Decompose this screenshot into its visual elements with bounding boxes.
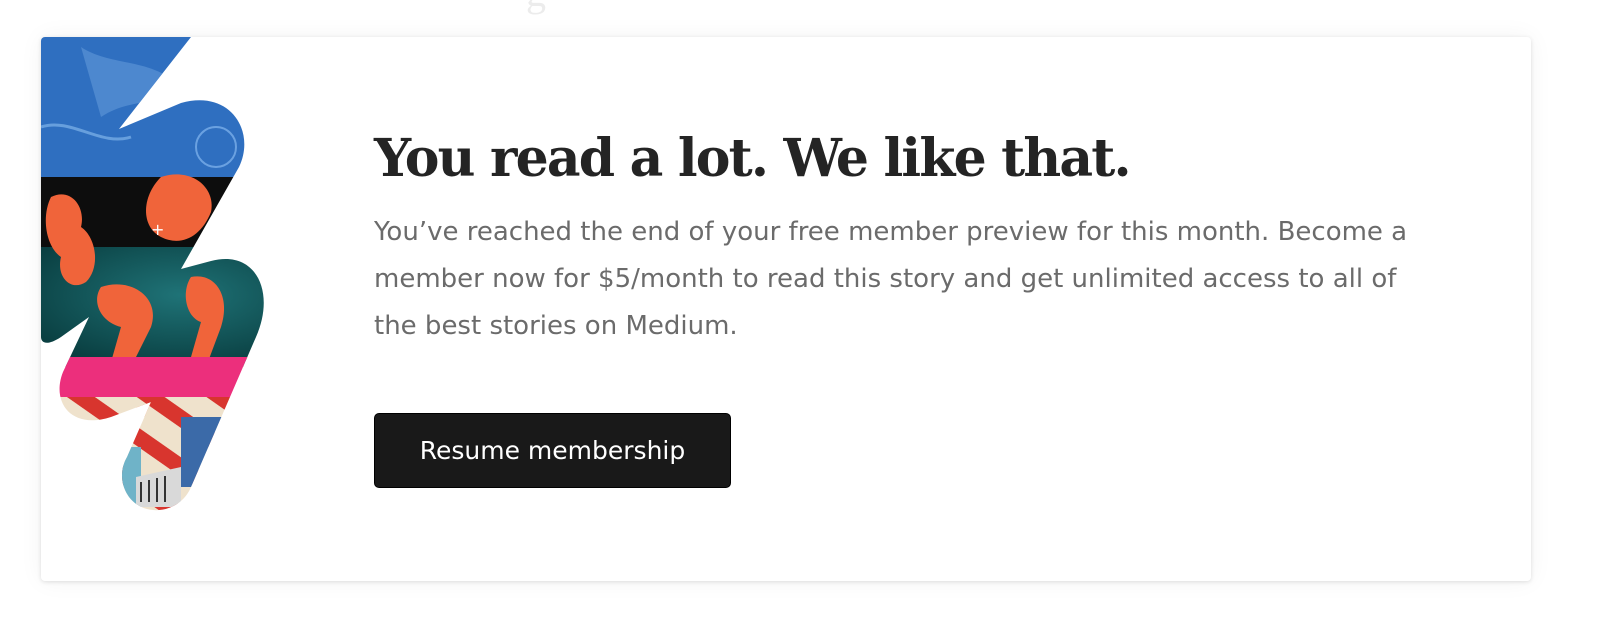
resume-membership-button[interactable]: Resume membership <box>374 413 731 488</box>
paywall-description: You’ve reached the end of your free memb… <box>374 217 1408 341</box>
svg-text:+: + <box>151 220 164 239</box>
faded-heading-fragment: g <box>526 0 562 13</box>
paywall-content: You read a lot. We like that. You’ve rea… <box>374 125 1454 350</box>
paywall-headline: You read a lot. We like that. <box>374 128 1132 189</box>
membership-paywall-card: + You read a lot. We like that. You’ve r… <box>41 37 1531 581</box>
page: g <box>0 0 1600 630</box>
lightning-bolt-collage-icon: + <box>41 37 264 511</box>
